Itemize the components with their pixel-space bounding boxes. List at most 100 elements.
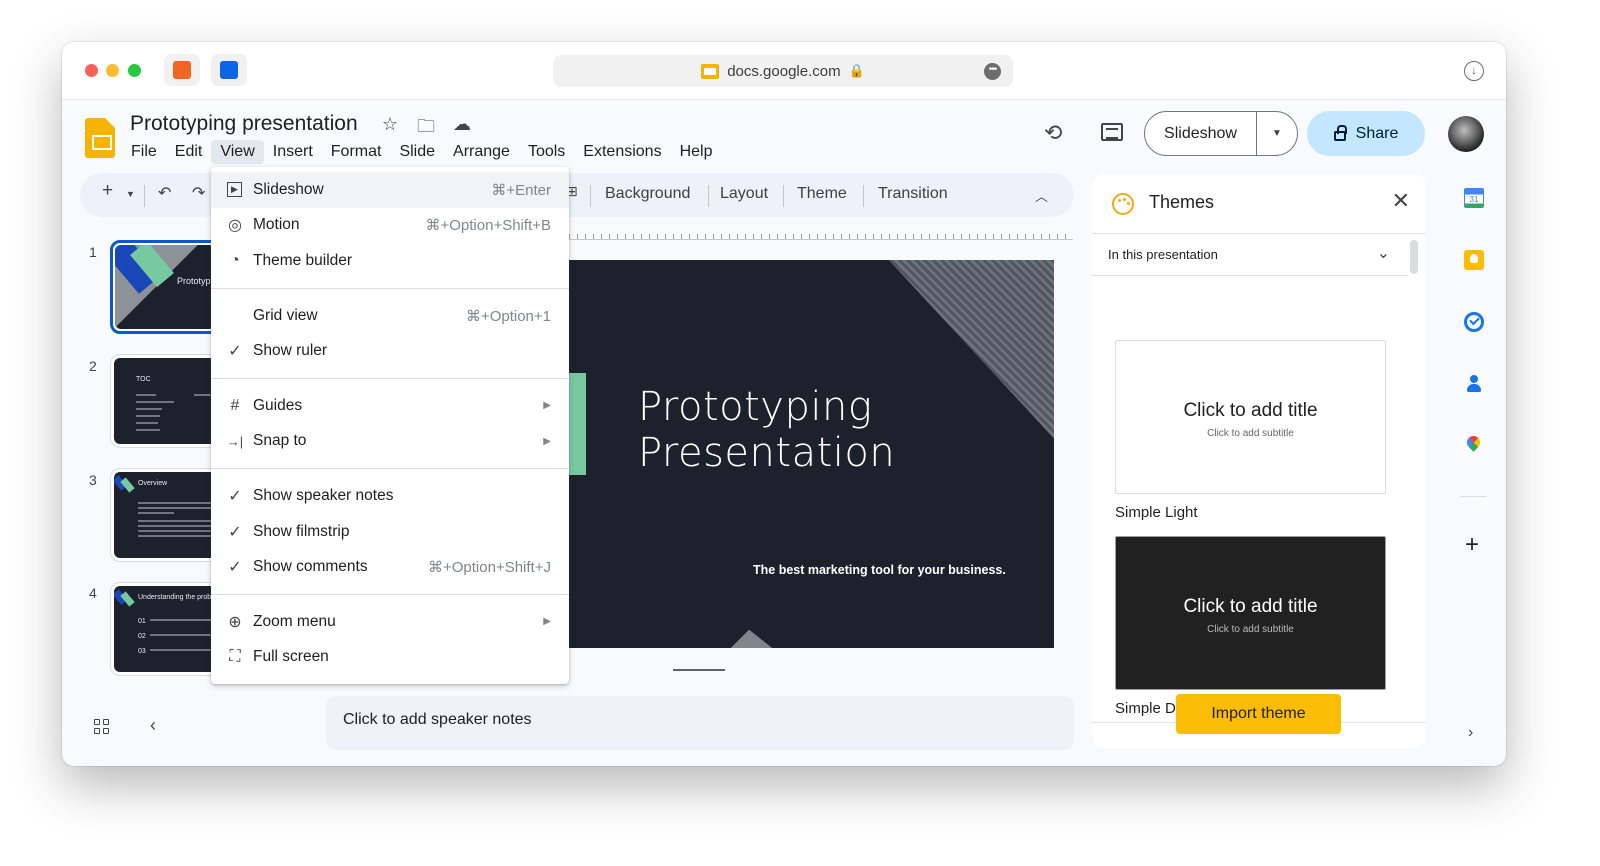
thumb-title: TOC <box>136 376 151 383</box>
menu-item-snap-to[interactable]: →| Snap to ▶ <box>211 424 569 460</box>
close-icon[interactable]: ✕ <box>1392 188 1410 214</box>
collapse-toolbar-icon[interactable]: ︿ <box>1035 186 1048 205</box>
comments-icon[interactable] <box>1101 123 1123 141</box>
menu-item-full-screen[interactable]: ⛶ Full screen <box>211 640 569 676</box>
menu-divider <box>211 377 569 379</box>
download-icon[interactable]: ↓ <box>1464 61 1484 81</box>
theme-simple-light[interactable]: Click to add title Click to add subtitle <box>1115 340 1386 494</box>
theme-name: Simple Light <box>1115 504 1198 521</box>
extension-button-2[interactable] <box>211 54 247 86</box>
menu-item-motion[interactable]: ◎ Motion ⌘+Option+Shift+B <box>211 208 569 244</box>
menu-arrange[interactable]: Arrange <box>444 140 519 164</box>
toolbar-theme[interactable]: Theme <box>797 185 847 203</box>
menu-tools[interactable]: Tools <box>519 140 574 164</box>
toolbar-divider <box>590 185 591 207</box>
motion-icon: ◎ <box>228 217 242 235</box>
redo-icon[interactable]: ↷ <box>192 183 205 203</box>
menu-view[interactable]: View <box>211 140 264 164</box>
slideshow-label[interactable]: Slideshow <box>1145 112 1257 155</box>
toolbar-background[interactable]: Background <box>605 185 690 203</box>
menu-item-show-comments[interactable]: ✓ Show comments ⌘+Option+Shift+J <box>211 549 569 585</box>
slide-title-line-2: Presentation <box>638 430 896 476</box>
slide-thumbnail-4[interactable]: Understanding the problem 01 02 03 <box>110 582 220 676</box>
theme-title-placeholder: Click to add title <box>1183 596 1318 617</box>
themes-header: Themes ✕ <box>1092 174 1426 234</box>
browser-toolbar: docs.google.com 🔒 ••• ↓ <box>62 42 1506 100</box>
share-button[interactable]: Share <box>1307 111 1425 156</box>
menu-item-label: Show comments <box>253 558 368 576</box>
extension-button-1[interactable] <box>164 54 200 86</box>
tasks-icon[interactable] <box>1464 312 1484 332</box>
menu-help[interactable]: Help <box>671 140 722 164</box>
slideshow-button[interactable]: Slideshow ▼ <box>1144 111 1298 156</box>
menu-insert[interactable]: Insert <box>264 140 322 164</box>
share-label: Share <box>1355 124 1399 142</box>
browser-window: docs.google.com 🔒 ••• ↓ Prototyping pres… <box>62 42 1506 766</box>
expand-side-panel-icon[interactable]: › <box>1468 724 1473 742</box>
menu-divider <box>211 593 569 595</box>
menu-slide[interactable]: Slide <box>390 140 444 164</box>
menu-item-slideshow[interactable]: ▶ Slideshow ⌘+Enter <box>211 172 569 208</box>
menu-item-shortcut: ⌘+Option+Shift+B <box>425 217 552 235</box>
grid-view-icon[interactable] <box>94 719 110 735</box>
menu-file[interactable]: File <box>122 140 166 164</box>
theme-simple-dark[interactable]: Click to add title Click to add subtitle <box>1115 536 1386 690</box>
divider <box>1460 496 1486 497</box>
toolbar-layout[interactable]: Layout <box>720 185 768 203</box>
theme-title-placeholder: Click to add title <box>1183 400 1318 421</box>
new-slide-icon[interactable]: + <box>102 180 113 202</box>
slide-title[interactable]: Prototyping Presentation <box>638 384 895 476</box>
menu-extensions[interactable]: Extensions <box>574 140 670 164</box>
speaker-notes[interactable]: Click to add speaker notes <box>326 696 1074 750</box>
check-icon: ✓ <box>228 487 242 505</box>
toolbar-divider <box>708 185 709 207</box>
menu-item-show-ruler[interactable]: ✓ Show ruler <box>211 333 569 369</box>
slide-canvas[interactable]: Prototyping Presentation The best market… <box>568 260 1054 648</box>
slide-thumbnail-1[interactable]: Prototyping Presentation <box>110 240 220 334</box>
document-title[interactable]: Prototyping presentation <box>130 112 358 136</box>
slide-thumbnail-3[interactable]: Overview <box>110 468 220 562</box>
menu-item-shortcut: ⌘+Enter <box>491 181 551 199</box>
calendar-icon[interactable]: 31 <box>1464 188 1484 208</box>
zoom-icon: ⊕ <box>228 613 242 631</box>
maps-icon[interactable] <box>1464 436 1484 456</box>
menu-format[interactable]: Format <box>322 140 391 164</box>
add-addon-icon[interactable]: + <box>1465 531 1479 559</box>
lock-icon: 🔒 <box>848 63 865 78</box>
slide-subtitle[interactable]: The best marketing tool for your busines… <box>753 563 1006 577</box>
undo-icon[interactable]: ↶ <box>158 183 171 203</box>
new-slide-dropdown-icon[interactable]: ▼ <box>126 189 135 199</box>
account-avatar[interactable] <box>1448 116 1484 152</box>
toolbar-transition[interactable]: Transition <box>878 185 948 203</box>
collapse-filmstrip-icon[interactable]: ‹ <box>150 715 156 736</box>
more-icon[interactable]: ••• <box>984 63 1001 80</box>
maximize-window-button[interactable] <box>128 64 141 77</box>
menu-item-zoom-menu[interactable]: ⊕ Zoom menu ▶ <box>211 604 569 640</box>
minimize-window-button[interactable] <box>106 64 119 77</box>
menu-edit[interactable]: Edit <box>166 140 212 164</box>
menu-item-theme-builder[interactable]: ◔ Theme builder <box>211 243 569 279</box>
menu-item-show-speaker-notes[interactable]: ✓ Show speaker notes <box>211 478 569 514</box>
slide-thumbnail-2[interactable]: TOC <box>110 354 220 448</box>
import-theme-button[interactable]: Import theme <box>1176 694 1341 734</box>
check-icon: ✓ <box>228 523 242 541</box>
slideshow-dropdown-icon[interactable]: ▼ <box>1257 128 1297 139</box>
menu-item-guides[interactable]: # Guides ▶ <box>211 388 569 424</box>
scrollbar[interactable] <box>1410 240 1418 274</box>
notes-resize-handle[interactable] <box>673 669 725 671</box>
themes-filter-dropdown[interactable]: In this presentation ⌄ <box>1092 234 1408 276</box>
contacts-icon[interactable] <box>1464 374 1484 394</box>
menu-item-shortcut: ⌘+Option+Shift+J <box>428 559 551 577</box>
address-bar[interactable]: docs.google.com 🔒 ••• <box>553 55 1013 87</box>
slides-logo[interactable] <box>85 118 115 158</box>
close-window-button[interactable] <box>85 64 98 77</box>
keep-icon[interactable] <box>1464 250 1484 270</box>
horizontal-ruler[interactable] <box>569 228 1073 240</box>
thumb-title: Overview <box>138 480 168 487</box>
slide-number: 3 <box>89 472 97 488</box>
version-history-icon[interactable]: ⟲ <box>1044 120 1062 146</box>
submenu-arrow-icon: ▶ <box>543 400 551 412</box>
menu-item-grid-view[interactable]: Grid view ⌘+Option+1 <box>211 298 569 334</box>
menu-item-show-filmstrip[interactable]: ✓ Show filmstrip <box>211 514 569 550</box>
snap-icon: →| <box>226 433 244 449</box>
